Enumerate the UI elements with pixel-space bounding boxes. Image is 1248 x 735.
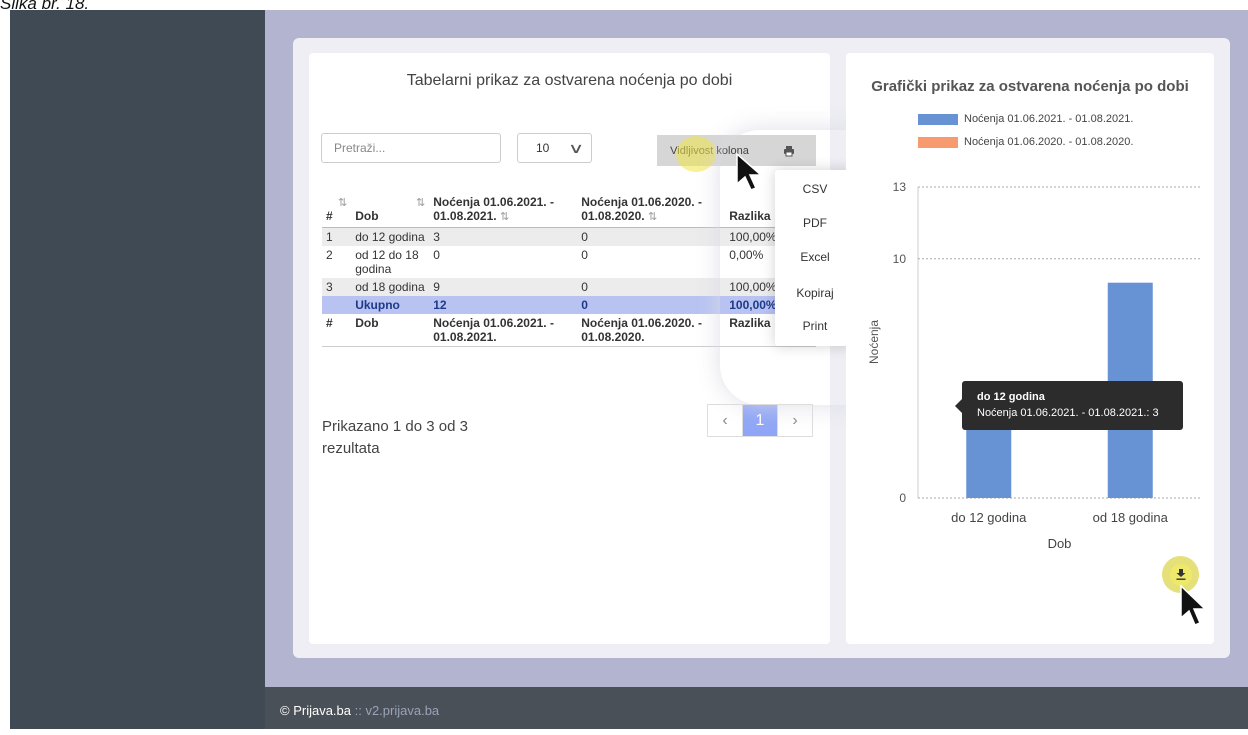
x-tick-label: od 18 godina (1093, 510, 1169, 525)
table-card-title: Tabelarni prikaz za ostvarena noćenja po… (406, 72, 733, 89)
footer-nocenja-2020: Noćenja 01.06.2020. - 01.08.2020. (577, 314, 726, 347)
cell-nocenja-2021: 0 (433, 248, 440, 262)
tooltip-value: Noćenja 01.06.2021. - 01.08.2021.: 3 (977, 407, 1159, 419)
cell-dob: od 18 godina (351, 278, 430, 296)
page-footer: © Prijava.ba :: v2.prijava.ba (265, 687, 1248, 729)
cell-nocenja-2020: 0 (581, 248, 588, 262)
tooltip-title: do 12 godina (977, 391, 1045, 403)
table-info: Prikazano 1 do 3 od 3 rezultata (322, 418, 468, 457)
pagination-page-button[interactable]: 1 (742, 404, 778, 437)
footer-nocenja-2021: Noćenja 01.06.2021. - 01.08.2021. (429, 314, 578, 347)
legend-label-2020[interactable]: Noćenja 01.06.2020. - 01.08.2020. (964, 136, 1133, 148)
chevron-down-icon: ∨ (567, 140, 585, 156)
mouse-cursor-icon (1180, 584, 1207, 626)
footer-dob: Dob (351, 314, 430, 347)
column-header-dob[interactable]: ⇅ Dob (351, 193, 429, 228)
cell-index (322, 296, 352, 314)
cell-dob: do 12 godina (351, 227, 430, 246)
search-input[interactable] (321, 133, 501, 163)
cell-dob: Ukupno (351, 296, 430, 314)
legend-label-2021[interactable]: Noćenja 01.06.2021. - 01.08.2021. (964, 113, 1133, 125)
bar (966, 426, 1012, 498)
click-highlight (676, 136, 716, 172)
cell-nocenja-2021: 3 (429, 227, 578, 246)
cell-nocenja-2021: 9 (429, 278, 578, 296)
legend-swatch-2020 (918, 137, 958, 148)
x-axis-label: Dob (1048, 536, 1072, 551)
export-menu-pdf[interactable]: PDF (775, 216, 855, 230)
cell-nocenja-2020: 0 (577, 278, 726, 296)
pagination: ‹ 1 › (707, 404, 813, 437)
cell-index: 3 (322, 278, 352, 296)
column-header-index[interactable]: ⇅ # (322, 193, 351, 228)
cell-dob: od 12 do 18 godina (355, 248, 419, 276)
cell-index: 2 (326, 248, 333, 262)
pagination-prev-button[interactable]: ‹ (707, 404, 743, 437)
x-tick-label: do 12 godina (951, 510, 1027, 525)
page-size-value: 10 (536, 141, 550, 155)
bar-chart: 0 10 13 do 12 godina od 18 godina Dob Noćenja (867, 180, 1201, 551)
pagination-next-button[interactable]: › (777, 404, 813, 437)
cell-index: 1 (322, 227, 352, 246)
chart-card-title: Grafički prikaz za ostvarena noćenja po … (871, 78, 1189, 95)
chart-tooltip: do 12 godina Noćenja 01.06.2021. - 01.08… (955, 381, 1183, 430)
footer-separator: :: (351, 703, 366, 718)
y-axis-label: Noćenja (867, 320, 881, 364)
column-header-nocenja-2021[interactable]: Noćenja 01.06.2021. - 01.08.2021. ⇅ (429, 193, 577, 228)
page-size-select[interactable]: 10 ∨ (517, 133, 592, 163)
footer-brand: © Prijava.ba (280, 703, 351, 718)
cell-nocenja-2020: 0 (577, 296, 726, 314)
y-tick-label: 10 (893, 252, 907, 266)
sidebar (10, 10, 265, 729)
footer-index: # (322, 314, 352, 347)
export-menu-excel[interactable]: Excel (775, 250, 855, 264)
export-menu-kopiraj[interactable]: Kopiraj (775, 286, 855, 300)
cell-nocenja-2021: 12 (429, 296, 578, 314)
mouse-cursor-icon (736, 152, 763, 191)
download-icon (1169, 563, 1192, 586)
legend-swatch-2021 (918, 114, 958, 125)
export-menu-csv[interactable]: CSV (775, 182, 855, 196)
y-tick-label: 0 (899, 491, 906, 505)
column-header-nocenja-2020[interactable]: Noćenja 01.06.2020. - 01.08.2020. ⇅ (577, 193, 725, 228)
export-menu: CSV PDF Excel Kopiraj Print (775, 170, 855, 346)
cell-nocenja-2020: 0 (577, 227, 726, 246)
footer-domain-link[interactable]: v2.prijava.ba (365, 703, 439, 718)
y-tick-label: 13 (893, 180, 907, 194)
export-menu-print[interactable]: Print (775, 319, 855, 333)
